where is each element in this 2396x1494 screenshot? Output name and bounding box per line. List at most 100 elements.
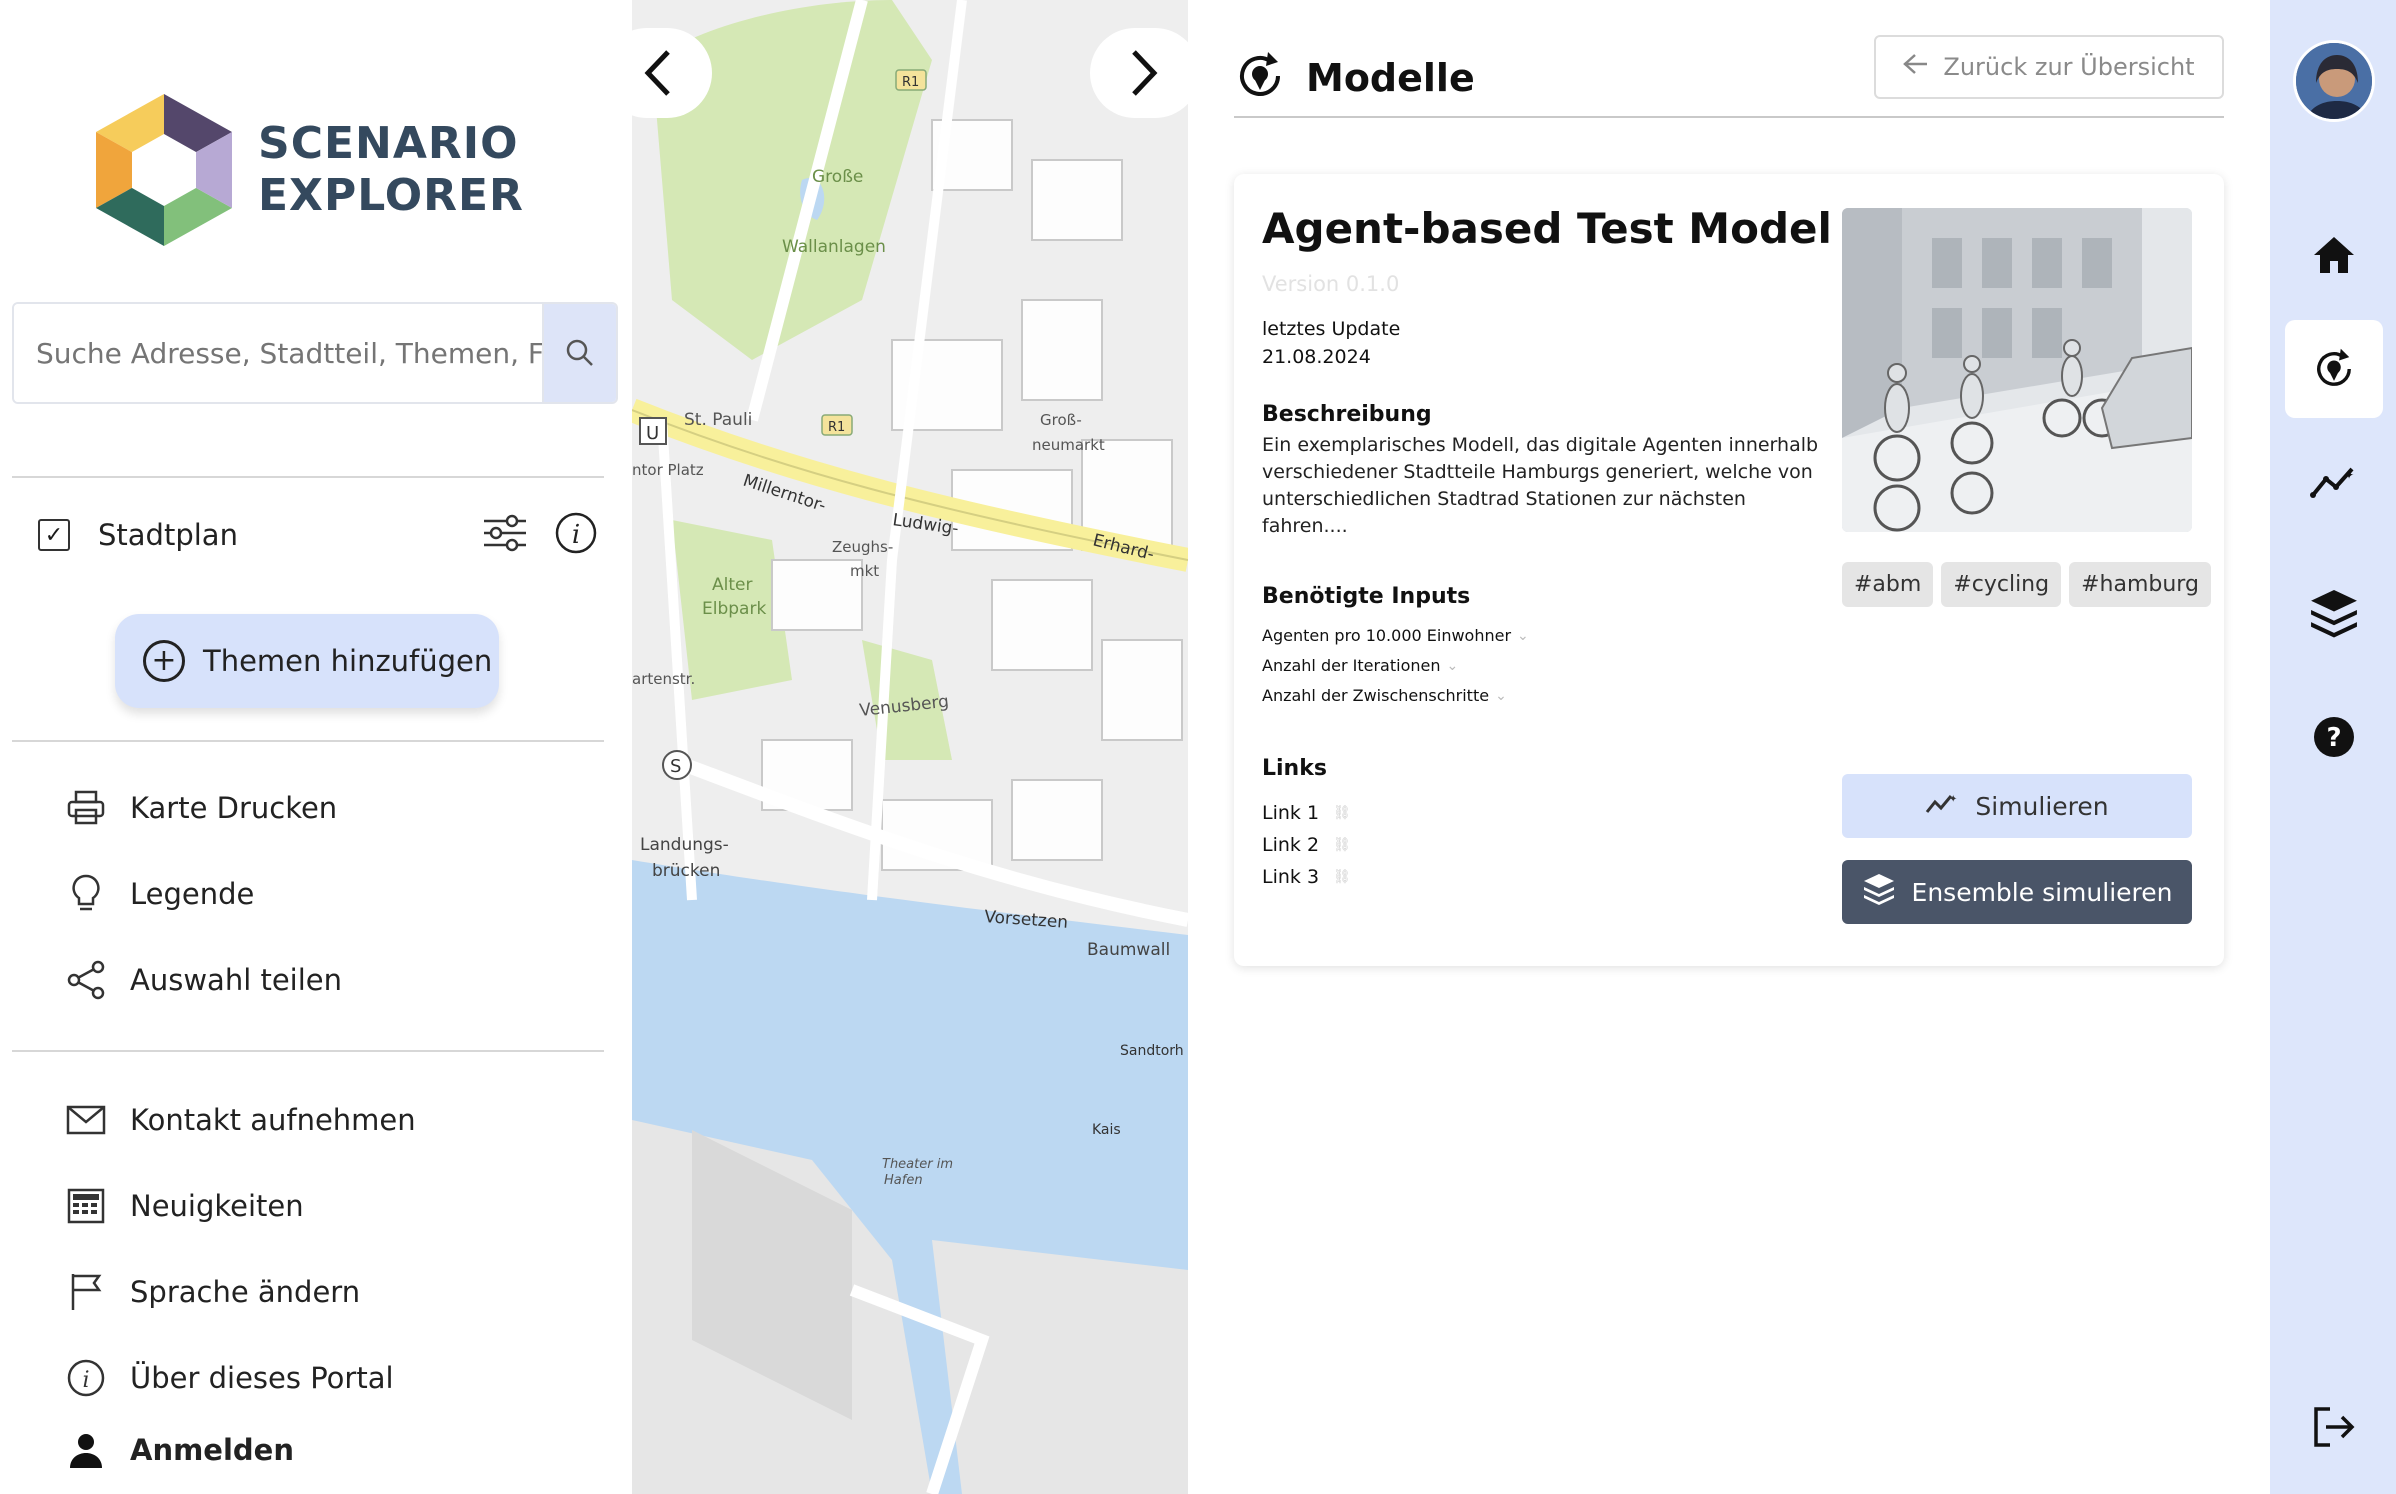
simulate-button[interactable]: ✦ Simulieren [1842,774,2192,838]
inputs-title: Benötigte Inputs [1262,584,1471,609]
svg-text:Elbpark: Elbpark [702,599,766,619]
menu-item-label: Neuigkeiten [130,1189,304,1223]
link-item[interactable]: Link 1 ⛓ [1262,802,1351,824]
logo-line-1: SCENARIO [258,118,519,169]
layer-checkbox[interactable]: ✓ [38,519,70,551]
nav-home[interactable] [2285,206,2383,304]
search-button[interactable] [542,304,616,402]
search-input[interactable] [14,304,542,402]
link-label: Link 1 [1262,802,1320,824]
menu-item-label: Karte Drucken [130,791,338,825]
svg-text:Groß-: Groß- [1040,411,1082,429]
svg-text:?: ? [2326,723,2341,753]
lightbulb-icon [64,872,108,916]
svg-text:✦: ✦ [1949,794,1957,805]
logo-text: SCENARIO EXPLORER [258,118,524,222]
menu-item-share[interactable]: Auswahl teilen [64,950,342,1010]
help-icon: ? [2314,717,2354,757]
menu-item-label: Auswahl teilen [130,963,343,997]
map-canvas[interactable]: Große Wallanlagen St. Pauli Millerntor- … [632,0,1188,1494]
chevron-right-icon [1132,50,1158,96]
logo: SCENARIO EXPLORER [96,94,524,246]
plus-circle-icon: + [143,640,185,682]
menu-item-label: Anmelden [130,1433,294,1467]
info-icon[interactable]: i [554,511,598,559]
link-item[interactable]: Link 3 ⛓ [1262,866,1351,888]
simulate-label: Simulieren [1975,791,2109,821]
menu-item-login[interactable]: Anmelden [64,1420,294,1480]
link-icon: ⛓ [1333,837,1351,853]
link-label: Link 3 [1262,866,1320,888]
svg-text:neumarkt: neumarkt [1032,436,1105,454]
model-preview-image [1842,208,2192,532]
nav-analytics[interactable]: ✦ [2285,432,2383,530]
input-item[interactable]: Anzahl der Zwischenschritte ⌄ [1262,686,1507,705]
right-nav-rail: ✦ ? [2270,0,2396,1494]
svg-text:Wallanlagen: Wallanlagen [782,237,886,257]
back-to-overview-button[interactable]: Zurück zur Übersicht [1874,35,2224,99]
divider [12,740,604,742]
logo-line-2: EXPLORER [258,170,524,221]
input-item[interactable]: Anzahl der Iterationen ⌄ [1262,656,1458,675]
layer-row-stadtplan: ✓ Stadtplan i [38,510,598,560]
avatar[interactable] [2293,40,2375,122]
model-icon [1234,50,1286,106]
input-label: Anzahl der Iterationen [1262,656,1441,675]
envelope-icon [64,1098,108,1142]
svg-text:U: U [646,423,659,444]
menu-item-about[interactable]: i Über dieses Portal [64,1348,394,1408]
description-title: Beschreibung [1262,402,1432,427]
link-item[interactable]: Link 2 ⛓ [1262,834,1351,856]
ensemble-label: Ensemble simulieren [1911,877,2173,907]
svg-text:Kais: Kais [1092,1122,1121,1138]
menu-item-legend[interactable]: Legende [64,864,254,924]
svg-text:Große: Große [812,167,863,187]
input-item[interactable]: Agenten pro 10.000 Einwohner ⌄ [1262,626,1529,645]
map-view[interactable]: Große Wallanlagen St. Pauli Millerntor- … [632,0,1188,1494]
svg-text:St. Pauli: St. Pauli [684,410,752,430]
menu-item-contact[interactable]: Kontakt aufnehmen [64,1090,416,1150]
logout-button[interactable] [2285,1378,2383,1476]
layers-icon [2311,590,2357,638]
layer-actions: i [482,511,598,559]
svg-text:R1: R1 [902,75,919,90]
tag[interactable]: #cycling [1941,562,2062,607]
flag-icon [64,1270,108,1314]
search-bar [12,302,618,404]
sparkline-icon: ✦ [1925,790,1959,822]
chevron-down-icon: ⌄ [1446,657,1459,674]
svg-text:Landungs-: Landungs- [640,835,729,855]
page-header: Modelle Zurück zur Übersicht [1234,35,2224,118]
add-themes-label: Themen hinzufügen [203,644,493,678]
menu-item-language[interactable]: Sprache ändern [64,1262,360,1322]
back-label: Zurück zur Übersicht [1943,53,2195,81]
svg-text:Baumwall: Baumwall [1087,940,1170,960]
chevron-down-icon: ⌄ [1517,627,1529,644]
link-icon: ⛓ [1333,805,1351,821]
sliders-icon[interactable] [482,513,528,557]
nav-help[interactable]: ? [2285,688,2383,786]
menu-item-label: Sprache ändern [130,1275,361,1309]
menu-item-label: Über dieses Portal [130,1361,394,1395]
ensemble-simulate-button[interactable]: Ensemble simulieren [1842,860,2192,924]
add-themes-button[interactable]: + Themen hinzufügen [115,614,499,708]
user-icon [64,1428,108,1472]
svg-text:Alter: Alter [712,575,752,595]
menu-item-news[interactable]: Neuigkeiten [64,1176,304,1236]
arrow-left-icon [1903,53,1929,81]
newspaper-icon [64,1184,108,1228]
links-title: Links [1262,756,1327,781]
link-icon: ⛓ [1333,869,1351,885]
tag[interactable]: #abm [1842,562,1934,607]
tag[interactable]: #hamburg [2069,562,2211,607]
main-panel: Modelle Zurück zur Übersicht Agent-based… [1188,0,2270,1494]
model-title: Agent-based Test Model [1262,204,1832,253]
menu-item-label: Kontakt aufnehmen [130,1103,416,1137]
nav-models[interactable] [2285,320,2383,418]
svg-text:Zeughs-: Zeughs- [832,538,893,556]
sidebar: SCENARIO EXPLORER ✓ Stadtplan i [0,0,632,1494]
nav-layers[interactable] [2285,564,2383,662]
map-next-button[interactable] [1090,28,1188,118]
menu-item-print[interactable]: Karte Drucken [64,778,337,838]
info-icon: i [64,1356,108,1400]
